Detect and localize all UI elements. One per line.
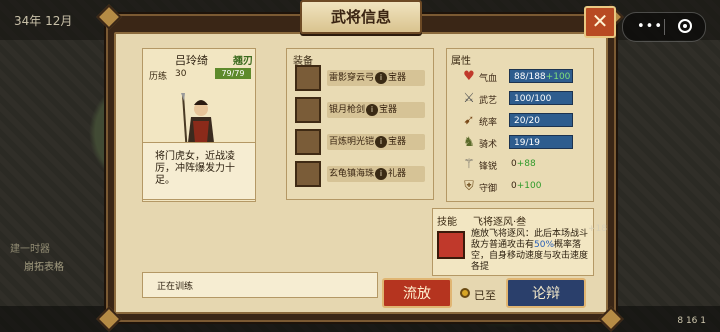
exit-icon[interactable] — [678, 19, 692, 33]
attribute-row: ⛨ 守御 0+100 — [461, 177, 589, 197]
attribute-bonus: +100 — [545, 72, 571, 82]
training-label: 历练 — [149, 72, 168, 82]
skill-highlight: 50% — [534, 240, 555, 250]
status-text: 正在训练 — [157, 282, 194, 292]
equipment-name: 银月枪剑 — [329, 105, 366, 115]
equipment-slot-1[interactable]: 雷影穿云弓 i 宝器 — [295, 65, 427, 91]
weapon-icon — [295, 97, 321, 123]
confirm-radio-label: 已至 — [474, 289, 496, 302]
heart-icon: ♥ — [463, 69, 475, 84]
capsule-divider — [664, 19, 665, 35]
equipment-type: 礼器 — [388, 169, 407, 179]
hero-description-box: 将门虎女，近战凌厉，冲阵爆发力十足。 — [142, 142, 256, 200]
attribute-value-text: 100/100 — [514, 94, 552, 104]
training-badge: 79/79 — [215, 68, 251, 79]
attribute-label: 气血 — [479, 74, 498, 84]
skill-label: 技能 — [437, 217, 457, 228]
status-box: 正在训练 — [142, 272, 378, 298]
info-icon[interactable]: i — [375, 71, 388, 84]
training-value: 30 — [175, 69, 187, 79]
info-icon[interactable]: i — [366, 103, 379, 116]
discuss-button[interactable]: 论辩 — [506, 278, 586, 308]
attribute-label: 统率 — [479, 118, 498, 128]
skill-name: 飞将逐风·叁 — [473, 217, 527, 228]
game-date: 34年 12月 — [14, 14, 73, 28]
attribute-row: ➹ 统率 20/20 — [461, 111, 589, 131]
shield-icon: ⛨ — [464, 179, 474, 194]
attribute-label: 武艺 — [479, 96, 498, 106]
equipment-type: 宝器 — [388, 73, 407, 83]
orb-icon — [295, 161, 321, 187]
horse-icon: ♞ — [463, 135, 475, 150]
hero-name: 吕玲绮 — [175, 54, 208, 67]
attribute-value: 20/20 — [509, 113, 573, 127]
miniprogram-capsule[interactable]: ••• — [622, 12, 706, 42]
attribute-row: ♥ 气血 88/188+100 — [461, 67, 589, 87]
equipment-slot-3[interactable]: 百炼明光铠 i 宝器 — [295, 129, 427, 155]
skill-description: 施放飞将逐风：此后本场战斗敌方普通攻击有50%概率落空，自身移动速度与攻击速度各… — [471, 229, 589, 273]
attribute-row: ⚔ 武艺 100/100 — [461, 89, 589, 109]
map-hint-primary: 崩拓表格 — [24, 262, 64, 273]
attribute-value: 0+88 — [511, 159, 536, 169]
attribute-label: 锋锐 — [479, 162, 498, 172]
attribute-label: 守御 — [479, 184, 498, 194]
bow-icon — [295, 65, 321, 91]
bottom-right-info: 8 16 1 — [677, 316, 706, 326]
attribute-bonus: +100 — [516, 181, 542, 191]
equipment-name: 雷影穿云弓 — [329, 73, 375, 83]
hero-tag: 翘刃 — [233, 56, 253, 67]
equipment-type: 宝器 — [388, 137, 407, 147]
dialog-title: 武将信息 — [300, 0, 422, 34]
attributes-panel: 属性 ♥ 气血 88/188+100 ⚔ 武艺 100/100 ➹ 统率 20/20 ♞ 骑术 19/… — [446, 48, 594, 202]
attribute-value: 0+100 — [511, 181, 541, 191]
attribute-value-text: 88/188 — [514, 72, 546, 82]
more-icon[interactable]: ••• — [637, 19, 663, 34]
equipment-name: 百炼明光铠 — [329, 137, 375, 147]
skill-panel: 技能 飞将逐风·叁 施放飞将逐风：此后本场战斗敌方普通攻击有50%概率落空，自身… — [432, 208, 594, 276]
exile-button[interactable]: 流放 — [382, 278, 452, 308]
sword-icon: ⚔ — [463, 91, 475, 106]
attribute-row: ⚚ 锋锐 0+88 — [461, 155, 589, 175]
attribute-row: ♞ 骑术 19/19 — [461, 133, 589, 153]
attributes-title: 属性 — [451, 56, 471, 67]
attribute-bonus: +88 — [516, 159, 536, 169]
equipment-slot-2[interactable]: 银月枪剑 i 宝器 — [295, 97, 427, 123]
equipment-panel: 装备 雷影穿云弓 i 宝器 银月枪剑 i 宝器 百炼明光铠 i 宝器 玄龟镇海珠 i 礼器 — [286, 48, 434, 200]
skill-extra-bonus: +18 — [588, 224, 607, 234]
attribute-value-text: 20/20 — [514, 116, 540, 126]
info-icon[interactable]: i — [375, 135, 388, 148]
equipment-slot-4[interactable]: 玄龟镇海珠 i 礼器 — [295, 161, 427, 187]
attribute-value: 88/188+100 — [509, 69, 573, 83]
attribute-value-text: 19/19 — [514, 138, 540, 148]
armor-icon — [295, 129, 321, 155]
confirm-radio[interactable] — [460, 288, 470, 298]
attribute-value: 100/100 — [509, 91, 573, 105]
hero-description: 将门虎女，近战凌厉，冲阵爆发力十足。 — [155, 151, 235, 186]
spear-icon: ⚚ — [463, 157, 475, 172]
bow-icon: ➹ — [463, 113, 475, 128]
attribute-value: 19/19 — [509, 135, 573, 149]
map-hint-secondary: 建一时器 — [10, 244, 50, 255]
close-button[interactable]: ✕ — [584, 6, 616, 38]
info-icon[interactable]: i — [375, 167, 388, 180]
attribute-label: 骑术 — [479, 140, 498, 150]
equipment-type: 宝器 — [379, 105, 398, 115]
equipment-name: 玄龟镇海珠 — [329, 169, 375, 179]
skill-icon[interactable] — [437, 231, 465, 259]
